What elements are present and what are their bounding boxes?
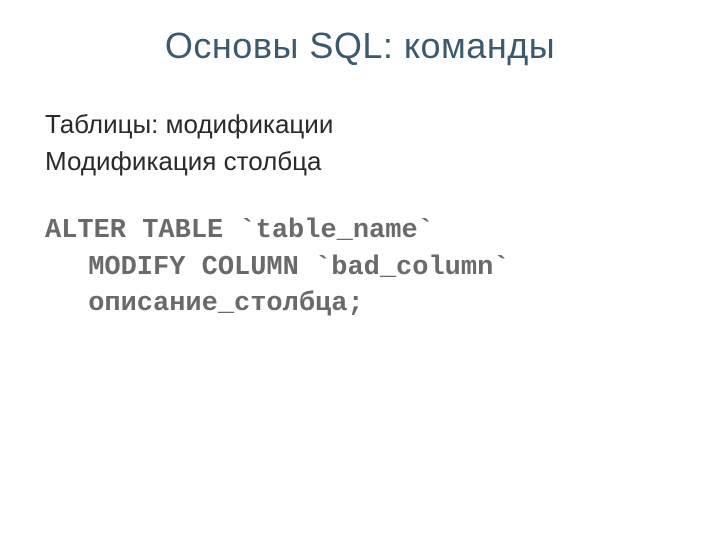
body-line-2: Модификация столбца [45, 144, 675, 179]
body-content: Таблицы: модификации Модификация столбца [45, 107, 675, 179]
code-block: ALTER TABLE `table_name` MODIFY COLUMN `… [45, 213, 675, 322]
slide-container: Основы SQL: команды Таблицы: модификации… [0, 0, 720, 540]
code-line-2: MODIFY COLUMN `bad_column` [45, 250, 675, 286]
slide-title: Основы SQL: команды [45, 25, 675, 67]
code-line-3: описание_столбца; [45, 286, 675, 322]
body-line-1: Таблицы: модификации [45, 107, 675, 142]
code-line-1: ALTER TABLE `table_name` [45, 213, 675, 249]
